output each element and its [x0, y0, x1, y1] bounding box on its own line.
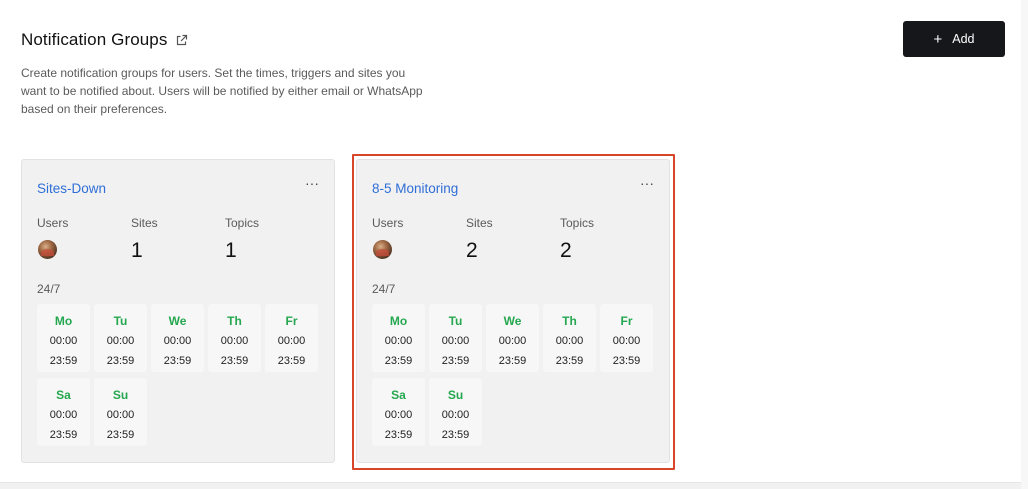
- topics-count: 1: [225, 239, 237, 262]
- sites-count: 1: [131, 239, 143, 262]
- day-start: 00:00: [49, 409, 78, 421]
- sites-stat: Sites 2: [466, 216, 493, 262]
- day-start: 00:00: [555, 335, 584, 347]
- group-card-title[interactable]: 8-5 Monitoring: [372, 181, 458, 196]
- day-end: 23:59: [106, 429, 135, 441]
- day-start: 00:00: [106, 409, 135, 421]
- day-cell-fr: Fr 00:00 23:59: [265, 304, 318, 372]
- day-cell-tu: Tu 00:00 23:59: [94, 304, 147, 372]
- notification-groups-page: Notification Groups Create notification …: [0, 0, 1028, 489]
- day-start: 00:00: [384, 335, 413, 347]
- page-description: Create notification groups for users. Se…: [21, 66, 423, 116]
- page-title: Notification Groups: [21, 30, 168, 49]
- day-name: Mo: [54, 314, 73, 328]
- day-end: 23:59: [498, 355, 527, 367]
- day-start: 00:00: [106, 335, 135, 347]
- avatar: [38, 240, 57, 259]
- day-name: Mo: [389, 314, 408, 328]
- bottom-divider: [0, 482, 1028, 489]
- group-card-8-5-monitoring[interactable]: 8-5 Monitoring ··· Users Sites 2 Topics …: [356, 159, 670, 463]
- more-options-icon[interactable]: ···: [639, 176, 655, 192]
- day-name: Th: [562, 314, 577, 328]
- day-start: 00:00: [277, 335, 306, 347]
- users-stat: Users: [37, 216, 69, 259]
- avatar: [373, 240, 392, 259]
- add-button-label: Add: [952, 32, 975, 46]
- day-start: 00:00: [384, 409, 413, 421]
- day-end: 23:59: [612, 355, 641, 367]
- day-end: 23:59: [277, 355, 306, 367]
- sites-label: Sites: [466, 216, 493, 230]
- day-start: 00:00: [612, 335, 641, 347]
- topics-stat: Topics 2: [560, 216, 595, 262]
- day-name: Sa: [56, 388, 71, 402]
- day-start: 00:00: [441, 335, 470, 347]
- day-name: Fr: [620, 314, 633, 328]
- topics-stat: Topics 1: [225, 216, 260, 262]
- day-end: 23:59: [49, 429, 78, 441]
- day-name: Tu: [448, 314, 463, 328]
- day-name: Th: [227, 314, 242, 328]
- day-name: We: [168, 314, 187, 328]
- add-group-button[interactable]: + Add: [903, 21, 1005, 57]
- more-options-icon[interactable]: ···: [304, 176, 320, 192]
- day-name: Sa: [391, 388, 406, 402]
- day-end: 23:59: [220, 355, 249, 367]
- day-end: 23:59: [441, 355, 470, 367]
- day-name: We: [503, 314, 522, 328]
- page-header: Notification Groups: [21, 30, 188, 50]
- group-card-sites-down[interactable]: Sites-Down ··· Users Sites 1 Topics 1 24…: [21, 159, 335, 463]
- day-cell-fr: Fr 00:00 23:59: [600, 304, 653, 372]
- schedule-label: 24/7: [37, 282, 61, 296]
- day-name: Tu: [113, 314, 128, 328]
- plus-icon: +: [933, 30, 943, 48]
- day-name: Fr: [285, 314, 298, 328]
- day-cell-tu: Tu 00:00 23:59: [429, 304, 482, 372]
- day-name: Su: [447, 388, 464, 402]
- day-end: 23:59: [106, 355, 135, 367]
- day-end: 23:59: [555, 355, 584, 367]
- day-end: 23:59: [384, 355, 413, 367]
- external-link-icon[interactable]: [175, 34, 188, 47]
- day-cell-mo: Mo 00:00 23:59: [372, 304, 425, 372]
- sites-label: Sites: [131, 216, 158, 230]
- day-start: 00:00: [441, 409, 470, 421]
- day-cell-we: We 00:00 23:59: [486, 304, 539, 372]
- group-card-title[interactable]: Sites-Down: [37, 181, 106, 196]
- day-name: Su: [112, 388, 129, 402]
- day-cell-th: Th 00:00 23:59: [208, 304, 261, 372]
- day-start: 00:00: [163, 335, 192, 347]
- day-cell-su: Su 00:00 23:59: [429, 378, 482, 446]
- day-start: 00:00: [49, 335, 78, 347]
- day-end: 23:59: [441, 429, 470, 441]
- sites-stat: Sites 1: [131, 216, 158, 262]
- topics-label: Topics: [225, 216, 260, 230]
- day-cell-th: Th 00:00 23:59: [543, 304, 596, 372]
- day-cell-sa: Sa 00:00 23:59: [372, 378, 425, 446]
- day-end: 23:59: [384, 429, 413, 441]
- topics-count: 2: [560, 239, 572, 262]
- schedule-label: 24/7: [372, 282, 396, 296]
- users-stat: Users: [372, 216, 404, 259]
- users-label: Users: [37, 216, 69, 230]
- day-start: 00:00: [498, 335, 527, 347]
- day-cell-sa: Sa 00:00 23:59: [37, 378, 90, 446]
- day-start: 00:00: [220, 335, 249, 347]
- day-cell-mo: Mo 00:00 23:59: [37, 304, 90, 372]
- sites-count: 2: [466, 239, 478, 262]
- topics-label: Topics: [560, 216, 595, 230]
- right-scroll-gutter: [1021, 0, 1028, 489]
- day-cell-su: Su 00:00 23:59: [94, 378, 147, 446]
- day-cell-we: We 00:00 23:59: [151, 304, 204, 372]
- day-end: 23:59: [163, 355, 192, 367]
- day-end: 23:59: [49, 355, 78, 367]
- users-label: Users: [372, 216, 404, 230]
